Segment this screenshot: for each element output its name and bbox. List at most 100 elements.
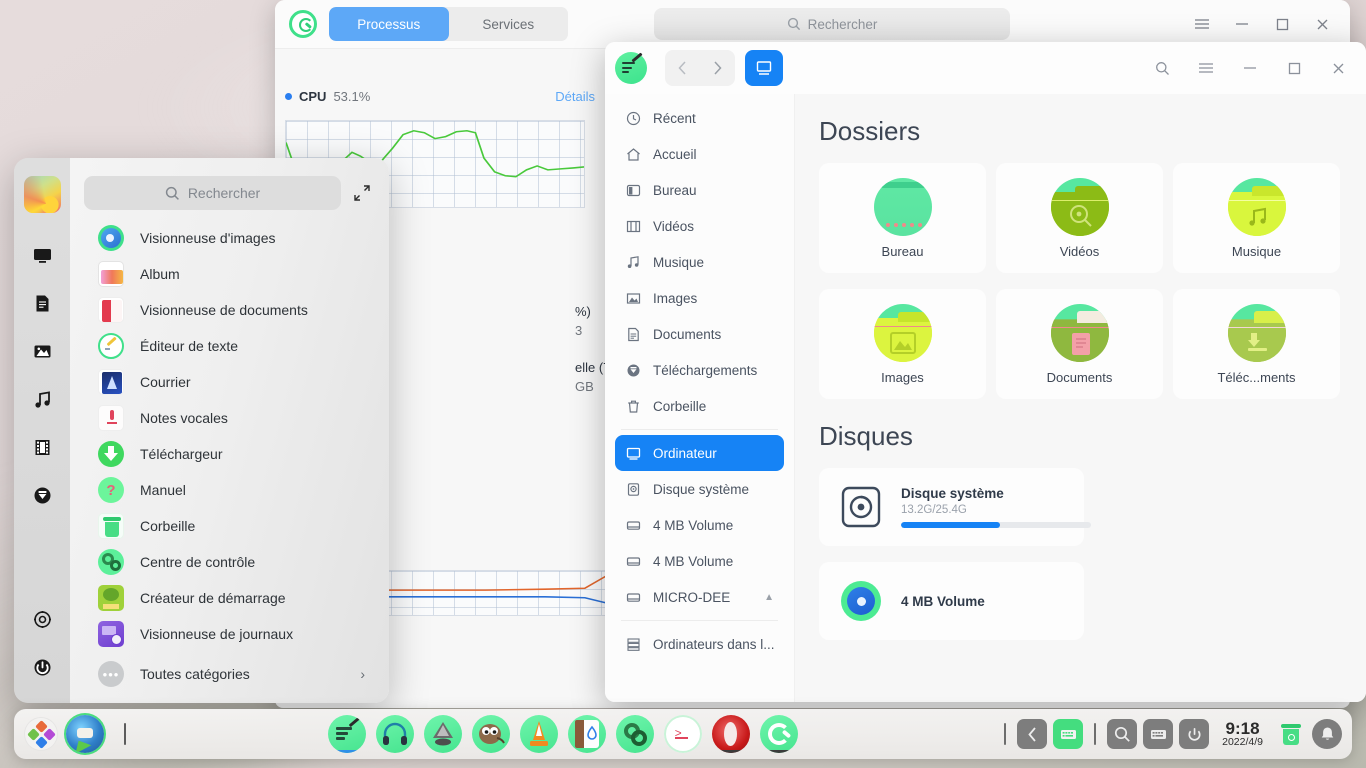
dock-app-browser[interactable] (567, 715, 606, 753)
file-manager-window-buttons[interactable] (1140, 46, 1360, 90)
launcher-app-voice-notes[interactable]: Notes vocales (84, 400, 375, 436)
document-icon[interactable] (22, 283, 62, 323)
dock-app-system-monitor[interactable] (759, 715, 798, 753)
sidebar-item-corbeille[interactable]: Corbeille (615, 388, 784, 424)
onscreen-keyboard-icon[interactable] (1143, 719, 1174, 749)
tray-collapse-button[interactable] (1017, 719, 1048, 749)
disk-name: 4 MB Volume (901, 593, 985, 609)
view-mode-button[interactable] (745, 50, 783, 86)
tab-services[interactable]: Services (449, 7, 569, 41)
file-manager-window[interactable]: Récent Accueil Bureau Vidéos Musique Ima… (605, 42, 1366, 702)
sidebar-item-volume-1[interactable]: 4 MB Volume (615, 507, 784, 543)
dock-app-opera-left[interactable] (66, 715, 104, 753)
launcher-app-log-viewer[interactable]: Visionneuse de journaux (84, 616, 375, 652)
folder-item-bureau[interactable]: Bureau (819, 163, 986, 273)
launcher-all-categories[interactable]: ••• Toutes catégories › (84, 656, 375, 692)
app-grid-icon[interactable] (24, 717, 58, 751)
dock-app-inkscape[interactable] (423, 715, 462, 753)
folder-item-images[interactable]: Images (819, 289, 986, 399)
menu-icon[interactable] (1182, 4, 1222, 44)
disk-item-volume[interactable]: 4 MB Volume (819, 562, 1084, 640)
launcher-app-mail[interactable]: Courrier (84, 364, 375, 400)
disk-item-system[interactable]: Disque système 13.2G/25.4G (819, 468, 1091, 546)
picture-icon[interactable] (22, 331, 62, 371)
download-icon[interactable] (22, 475, 62, 515)
sidebar-item-musique[interactable]: Musique (615, 244, 784, 280)
sidebar-item-bureau[interactable]: Bureau (615, 172, 784, 208)
sidebar-item-volume-2[interactable]: 4 MB Volume (615, 543, 784, 579)
system-monitor-tabs[interactable]: Processus Services (329, 7, 568, 41)
dock-app-control-center[interactable] (615, 715, 654, 753)
music-note-icon[interactable] (22, 379, 62, 419)
film-icon[interactable] (22, 427, 62, 467)
folder-item-documents[interactable]: Documents (996, 289, 1163, 399)
launcher-app-control-center[interactable]: Centre de contrôle (84, 544, 375, 580)
power-icon[interactable] (1179, 719, 1210, 749)
launcher-app-image-viewer[interactable]: Visionneuse d'images (84, 220, 375, 256)
maximize-icon[interactable] (1262, 4, 1302, 44)
sidebar-item-disque-systeme[interactable]: Disque système (615, 471, 784, 507)
settings-icon[interactable] (22, 599, 62, 639)
harddisk-icon (625, 481, 642, 498)
bell-icon[interactable] (1312, 719, 1342, 749)
launcher-app-label: Visionneuse de journaux (140, 626, 294, 642)
deepin-file-manager-icon (615, 52, 647, 84)
sidebar-item-accueil[interactable]: Accueil (615, 136, 784, 172)
launcher-app-document-viewer[interactable]: Visionneuse de documents (84, 292, 375, 328)
eject-icon[interactable]: ▲ (764, 592, 774, 603)
search-icon[interactable] (1107, 719, 1138, 749)
navigation-buttons[interactable] (665, 50, 735, 86)
application-launcher[interactable]: Rechercher Visionneuse d'images Album Vi… (14, 158, 389, 703)
cpu-details-link[interactable]: Détails (555, 89, 595, 104)
dock-app-file-manager[interactable] (327, 715, 366, 753)
sidebar-item-videos[interactable]: Vidéos (615, 208, 784, 244)
sidebar-item-telechargements[interactable]: Téléchargements (615, 352, 784, 388)
sidebar-item-ordinateur[interactable]: Ordinateur (615, 435, 784, 471)
file-manager-sidebar[interactable]: Récent Accueil Bureau Vidéos Musique Ima… (605, 94, 795, 702)
trash-green-icon[interactable] (1276, 719, 1306, 749)
minimize-icon[interactable] (1222, 4, 1262, 44)
taskbar-dock[interactable]: > 9:18 2022/4/9 (14, 709, 1352, 759)
tab-processus[interactable]: Processus (329, 7, 449, 41)
minimize-icon[interactable] (1228, 46, 1272, 90)
fullscreen-icon[interactable] (349, 180, 375, 206)
folder-item-telechargements[interactable]: Téléc...ments (1173, 289, 1340, 399)
dock-app-vlc[interactable] (519, 715, 558, 753)
back-button[interactable] (665, 50, 700, 86)
dock-app-music[interactable] (375, 715, 414, 753)
close-icon[interactable] (1316, 46, 1360, 90)
dock-app-terminal[interactable]: > (663, 715, 702, 753)
sidebar-item-documents[interactable]: Documents (615, 316, 784, 352)
launcher-app-text-editor[interactable]: Éditeur de texte (84, 328, 375, 364)
folder-item-videos[interactable]: Vidéos (996, 163, 1163, 273)
pictures-folder-icon (873, 303, 932, 362)
show-desktop-icon[interactable] (124, 723, 126, 745)
system-monitor-window-buttons[interactable] (1182, 4, 1342, 44)
launcher-app-album[interactable]: Album (84, 256, 375, 292)
search-icon (787, 17, 800, 31)
user-avatar[interactable] (23, 176, 61, 213)
dock-app-opera[interactable] (711, 715, 750, 753)
menu-icon[interactable] (1184, 46, 1228, 90)
launcher-search-input[interactable]: Rechercher (84, 176, 341, 210)
launcher-app-trash[interactable]: Corbeille (84, 508, 375, 544)
computer-icon[interactable] (22, 235, 62, 275)
system-monitor-search-input[interactable]: Rechercher (654, 8, 1010, 40)
maximize-icon[interactable] (1272, 46, 1316, 90)
close-icon[interactable] (1302, 4, 1342, 44)
launcher-app-boot-maker[interactable]: Créateur de démarrage (84, 580, 375, 616)
folder-item-musique[interactable]: Musique (1173, 163, 1340, 273)
sidebar-item-images[interactable]: Images (615, 280, 784, 316)
forward-button[interactable] (700, 50, 735, 86)
keyboard-layout-icon[interactable] (1053, 719, 1084, 749)
launcher-sidebar[interactable] (14, 158, 70, 703)
sidebar-item-network-computers[interactable]: Ordinateurs dans l... (615, 626, 784, 662)
dock-app-gimp[interactable] (471, 715, 510, 753)
search-icon[interactable] (1140, 46, 1184, 90)
launcher-app-manual[interactable]: ? Manuel (84, 472, 375, 508)
sidebar-item-recent[interactable]: Récent (615, 100, 784, 136)
launcher-app-downloader[interactable]: Téléchargeur (84, 436, 375, 472)
sidebar-item-micro-dee[interactable]: MICRO-DEE ▲ (615, 579, 784, 615)
clock[interactable]: 9:18 2022/4/9 (1222, 719, 1263, 749)
power-icon[interactable] (22, 647, 62, 687)
